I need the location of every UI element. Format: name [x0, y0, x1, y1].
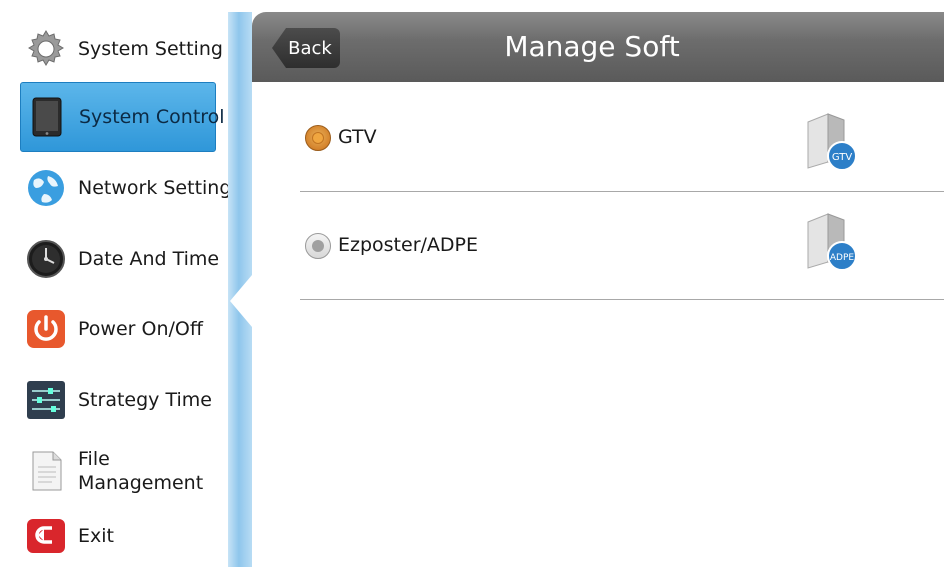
tablet-icon	[25, 95, 69, 139]
sidebar-item-label: Strategy Time	[78, 389, 212, 411]
main-panel: Back Manage Soft GTV GTV Ezposter/ADPE A…	[252, 12, 944, 567]
sliders-icon	[24, 378, 68, 422]
sidebar-item-file-management[interactable]: File Management	[20, 436, 216, 506]
page-title: Manage Soft	[504, 30, 680, 63]
sidebar-item-label: Network Setting	[78, 177, 232, 199]
option-row-ezposter[interactable]: Ezposter/ADPE ADPE	[300, 200, 944, 300]
sidebar-item-network-setting[interactable]: Network Setting	[20, 153, 231, 223]
exit-icon	[24, 514, 68, 558]
radio-gtv[interactable]	[305, 125, 331, 151]
power-icon	[24, 307, 68, 351]
document-icon	[24, 449, 68, 493]
server-icon: GTV	[798, 110, 862, 174]
sidebar-item-label: Date And Time	[78, 248, 220, 270]
gear-icon	[24, 27, 68, 71]
sidebar-item-power-on-off[interactable]: Power On/Off	[20, 294, 216, 364]
server-icon: ADPE	[798, 210, 862, 274]
globe-icon	[24, 166, 68, 210]
sidebar-item-system-setting[interactable]: System Setting	[20, 14, 223, 84]
sidebar-item-system-control[interactable]: System Control	[20, 82, 225, 152]
header-bar: Back Manage Soft	[252, 12, 944, 82]
radio-ezposter[interactable]	[305, 233, 331, 259]
sidebar-item-exit[interactable]: Exit	[20, 506, 216, 566]
option-label: GTV	[338, 126, 377, 148]
server-badge: ADPE	[830, 253, 855, 263]
option-label: Ezposter/ADPE	[338, 234, 479, 256]
sidebar-item-label: File Management	[78, 448, 204, 494]
sidebar-item-date-and-time[interactable]: Date And Time	[20, 224, 220, 294]
sidebar-item-label: System Control	[79, 106, 225, 128]
sidebar-item-label: System Setting	[78, 38, 223, 60]
sidebar: System Setting System Control Network Se…	[0, 0, 232, 567]
clock-icon	[24, 237, 68, 281]
sidebar-item-strategy-time[interactable]: Strategy Time	[20, 365, 216, 435]
sidebar-item-label: Exit	[78, 525, 114, 547]
server-badge: GTV	[832, 152, 853, 163]
sidebar-item-label: Power On/Off	[78, 318, 203, 340]
option-row-gtv[interactable]: GTV GTV	[300, 92, 944, 192]
active-indicator	[230, 275, 252, 327]
